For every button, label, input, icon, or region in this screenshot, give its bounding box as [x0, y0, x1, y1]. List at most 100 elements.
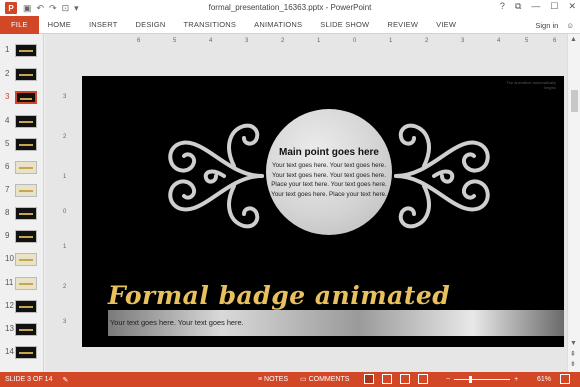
zoom-slider-thumb[interactable] — [469, 376, 473, 383]
slide-number: 8 — [5, 208, 10, 217]
ruler-tick: 2 — [63, 284, 67, 290]
slide-thumbnail[interactable]: 9 — [0, 226, 44, 248]
tab-view[interactable]: VIEW — [427, 16, 465, 34]
slide-thumbnail[interactable]: 2 — [0, 64, 44, 86]
powerpoint-window: P ▣ ↶ ↷ ⊡ ▾ formal_presentation_16363.pp… — [0, 0, 580, 387]
maximize-icon[interactable]: ☐ — [550, 1, 558, 12]
slide-preview — [15, 44, 37, 57]
previous-slide-icon[interactable]: ⇞ — [570, 350, 576, 358]
help-icon[interactable]: ? — [500, 1, 505, 12]
scroll-up-icon[interactable]: ▲ — [570, 36, 577, 43]
animation-note: The animation automatically begins — [506, 80, 556, 90]
right-swirl-ornament — [394, 123, 490, 229]
present-icon[interactable]: ⊡ — [62, 2, 70, 14]
fit-to-window-icon[interactable] — [560, 374, 570, 384]
tab-review[interactable]: REVIEW — [378, 16, 427, 34]
ruler-tick: 2 — [281, 38, 285, 44]
ruler-tick: 1 — [63, 244, 67, 250]
left-swirl-ornament — [168, 123, 264, 229]
slide-number: 9 — [5, 231, 10, 240]
slide-thumbnail[interactable]: 13 — [0, 319, 44, 341]
slideshow-view-icon[interactable] — [418, 374, 428, 384]
reading-view-icon[interactable] — [400, 374, 410, 384]
slide-preview — [15, 115, 37, 128]
slide-thumbnail[interactable]: 11 — [0, 273, 44, 295]
slide-thumbnail[interactable]: 12 — [0, 296, 44, 318]
slide-number: 6 — [5, 162, 10, 171]
tab-slide-show[interactable]: SLIDE SHOW — [311, 16, 378, 34]
zoom-out-icon[interactable]: − — [446, 376, 450, 383]
slide-preview — [15, 230, 37, 243]
tab-home[interactable]: HOME — [39, 16, 80, 34]
vertical-scrollbar[interactable]: ▲ ▼ ⇞ ⇟ — [567, 34, 580, 372]
slide-preview — [15, 138, 37, 151]
slide-preview — [15, 161, 37, 174]
badge-title[interactable]: Main point goes here — [266, 147, 392, 158]
comments-button[interactable]: ▭ COMMENTS — [300, 372, 349, 387]
ruler-tick: 1 — [63, 174, 67, 180]
slide-thumbnail[interactable]: 1 — [0, 40, 44, 62]
user-avatar-icon[interactable]: ☺ — [566, 21, 574, 30]
slide-thumbnail[interactable]: 7 — [0, 180, 44, 202]
tab-animations[interactable]: ANIMATIONS — [245, 16, 311, 34]
band-text[interactable]: Your text goes here. Your text goes here… — [110, 318, 244, 327]
slide-thumbnail[interactable]: 5 — [0, 134, 44, 156]
ribbon-tabs: FILE HOME INSERT DESIGN TRANSITIONS ANIM… — [0, 15, 580, 34]
slide-thumbnail-active[interactable]: 3 — [0, 87, 44, 109]
slide-sorter-icon[interactable] — [382, 374, 392, 384]
normal-view-icon[interactable] — [364, 374, 374, 384]
badge-body-text[interactable]: Your text goes here. Your text goes here… — [268, 161, 390, 199]
slide-thumbnail[interactable]: 10 — [0, 249, 44, 271]
ruler-tick: 4 — [209, 38, 213, 44]
comments-label: COMMENTS — [308, 376, 350, 383]
slide-number: 3 — [5, 92, 10, 101]
quick-access-toolbar: ▣ ↶ ↷ ⊡ ▾ — [23, 2, 79, 14]
ruler-tick: 1 — [389, 38, 393, 44]
notes-label: NOTES — [264, 376, 289, 383]
slide-thumbnail[interactable]: 6 — [0, 157, 44, 179]
slide-title[interactable]: Formal badge animated — [108, 281, 450, 310]
close-icon[interactable]: ✕ — [568, 1, 576, 12]
slide-counter: SLIDE 3 OF 14 — [5, 376, 53, 383]
ruler-tick: 6 — [553, 38, 557, 44]
slide-number: 13 — [5, 324, 14, 333]
save-icon[interactable]: ▣ — [23, 2, 32, 14]
slide-number: 4 — [5, 116, 10, 125]
notes-button[interactable]: ≡ NOTES — [258, 372, 288, 387]
zoom-level[interactable]: 61% — [537, 372, 551, 387]
slide-number: 1 — [5, 45, 10, 54]
slide-preview — [15, 253, 37, 266]
tab-transitions[interactable]: TRANSITIONS — [175, 16, 246, 34]
zoom-in-icon[interactable]: + — [514, 376, 518, 383]
scroll-down-icon[interactable]: ▼ — [570, 340, 577, 347]
slide-number: 10 — [5, 254, 14, 263]
tab-design[interactable]: DESIGN — [127, 16, 175, 34]
ruler-tick: 3 — [245, 38, 249, 44]
tab-file[interactable]: FILE — [0, 15, 39, 34]
ribbon-display-icon[interactable]: ⧉ — [515, 1, 521, 12]
scrollbar-thumb[interactable] — [571, 90, 578, 112]
ruler-tick: 3 — [63, 319, 67, 325]
ribbon-right: Sign in ☺ — [535, 16, 574, 34]
slide-number: 14 — [5, 347, 14, 356]
slide-thumbnails-pane: 1 2 3 4 5 6 7 8 9 10 11 12 13 14 — [0, 34, 44, 372]
slide-thumbnail[interactable]: 8 — [0, 203, 44, 225]
slide-preview — [15, 300, 37, 313]
slide-thumbnail[interactable]: 14 — [0, 342, 44, 364]
ruler-tick: 3 — [461, 38, 465, 44]
slide-thumbnail[interactable]: 4 — [0, 111, 44, 133]
zoom-slider[interactable] — [454, 376, 511, 383]
tab-insert[interactable]: INSERT — [80, 16, 127, 34]
redo-icon[interactable]: ↷ — [49, 2, 57, 14]
customize-qat-icon[interactable]: ▾ — [74, 2, 79, 14]
ruler-tick: 0 — [63, 209, 67, 215]
powerpoint-logo-icon: P — [5, 2, 17, 14]
minimize-icon[interactable]: — — [531, 1, 540, 12]
slide-preview — [15, 346, 37, 359]
next-slide-icon[interactable]: ⇟ — [570, 360, 576, 368]
undo-icon[interactable]: ↶ — [37, 2, 45, 14]
zoom-control: − + — [446, 372, 518, 387]
proofing-icon[interactable]: ✎ — [62, 376, 68, 384]
slide-canvas[interactable]: The animation automatically begins Main … — [82, 76, 564, 347]
sign-in-link[interactable]: Sign in — [535, 21, 558, 30]
